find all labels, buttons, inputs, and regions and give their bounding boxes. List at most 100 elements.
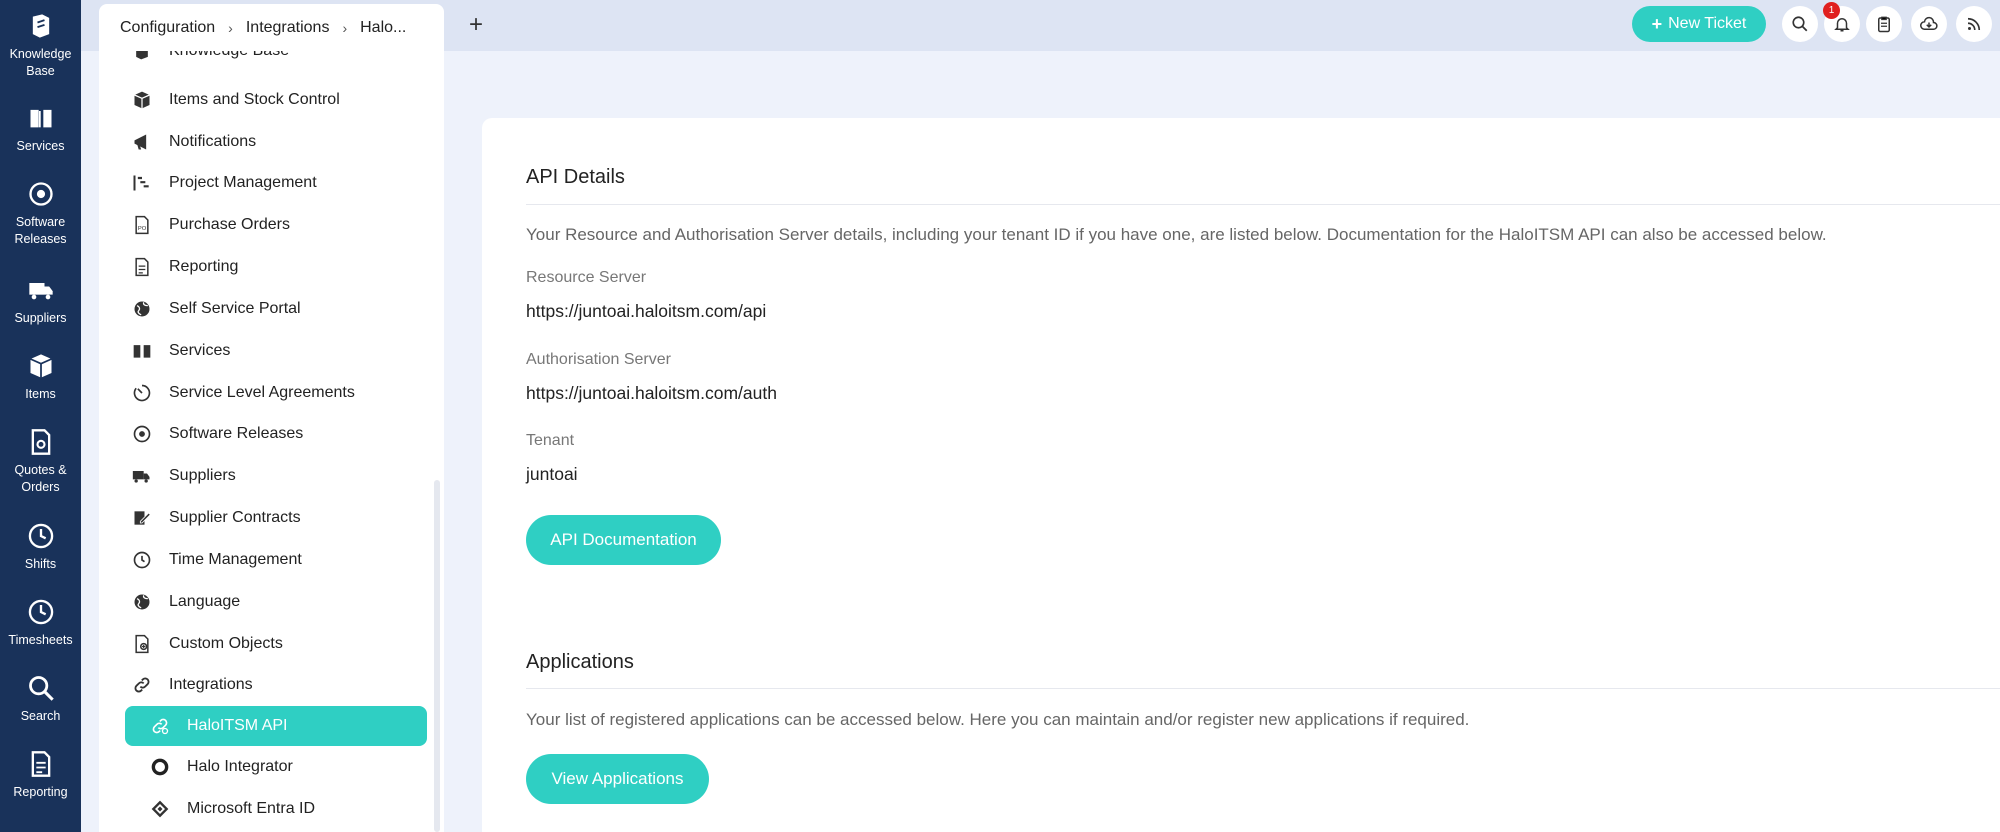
sidebar-item-software-releases[interactable]: Software Releases	[131, 416, 421, 452]
rail-quotes-orders[interactable]: Quotes & Orders	[0, 428, 81, 496]
disc-icon	[28, 182, 53, 206]
rail-label: Software Releases	[14, 215, 67, 246]
sidebar-item-label: Services	[169, 342, 231, 359]
notification-badge: 1	[1823, 2, 1840, 19]
sidebar-item-supplier-contracts[interactable]: Supplier Contracts	[131, 500, 421, 536]
box-icon	[131, 89, 153, 111]
rail-reporting[interactable]: Reporting	[0, 750, 81, 801]
feed-button[interactable]	[1956, 6, 1992, 42]
api-documentation-button[interactable]: API Documentation	[526, 515, 721, 565]
divider	[526, 688, 2000, 689]
sidebar-item-self-service-portal[interactable]: Self Service Portal	[131, 291, 421, 327]
new-ticket-button[interactable]: + New Ticket	[1632, 6, 1766, 42]
sidebar-item-services[interactable]: Services	[131, 333, 421, 369]
report-icon	[131, 256, 153, 278]
clock-icon	[28, 599, 53, 625]
sidebar-item-sla[interactable]: Service Level Agreements	[131, 375, 421, 411]
globe-icon	[131, 298, 153, 320]
rail-suppliers[interactable]: Suppliers	[0, 276, 81, 327]
sidebar-scrollbar[interactable]	[434, 480, 440, 832]
globe-icon	[131, 591, 153, 613]
sidebar-item-label: Self Service Portal	[169, 300, 301, 317]
knowledge-base-icon	[32, 14, 49, 38]
sidebar-item-suppliers[interactable]: Suppliers	[131, 458, 421, 494]
sidebar-item-language[interactable]: Language	[131, 584, 421, 620]
api-link-icon	[149, 715, 171, 737]
authorisation-server-label: Authorisation Server	[526, 351, 671, 368]
megaphone-icon	[131, 131, 153, 153]
app-rail: Knowledge Base Services Software Release…	[0, 0, 81, 832]
sidebar-item-custom-objects[interactable]: Custom Objects	[131, 626, 421, 662]
add-tab-button[interactable]: +	[461, 10, 491, 40]
ring-icon	[149, 756, 171, 778]
report-icon	[31, 751, 50, 777]
sidebar-item-halo-integrator[interactable]: Halo Integrator	[125, 749, 427, 785]
rail-label: Items	[25, 387, 56, 401]
main-panel: API Details Your Resource and Authorisat…	[482, 118, 2000, 832]
contract-edit-icon	[131, 507, 153, 529]
rail-label: Search	[20, 709, 61, 723]
rail-services[interactable]: Services	[0, 104, 81, 155]
divider	[526, 204, 2000, 205]
rail-timesheets[interactable]: Timesheets	[0, 598, 81, 649]
sidebar-item-label: Suppliers	[169, 467, 236, 484]
clipboard-icon	[1878, 16, 1890, 33]
applications-description: Your list of registered applications can…	[526, 710, 1470, 729]
sidebar-item-label: Custom Objects	[169, 635, 283, 652]
api-details-title: API Details	[526, 166, 625, 188]
rail-search[interactable]: Search	[0, 674, 81, 725]
applications-title: Applications	[526, 651, 634, 673]
clipboard-button[interactable]	[1866, 6, 1902, 42]
rail-label: Timesheets	[8, 633, 73, 647]
rail-software-releases[interactable]: Software Releases	[0, 180, 81, 248]
chevron-right-icon: ›	[342, 19, 348, 36]
sidebar-item-label: Software Releases	[169, 425, 304, 442]
search-button[interactable]	[1782, 6, 1818, 42]
gantt-icon	[131, 172, 153, 194]
breadcrumb-item[interactable]: Integrations	[246, 19, 330, 37]
rail-label: Shifts	[24, 557, 57, 571]
sidebar-item-project-management[interactable]: Project Management	[131, 165, 421, 201]
chevron-right-icon: ›	[228, 19, 233, 36]
sidebar-item-label: Notifications	[169, 133, 257, 150]
resource-server-value: https://juntoai.haloitsm.com/api	[526, 301, 767, 321]
sidebar-item-integrations[interactable]: Integrations	[131, 667, 421, 703]
sidebar-item-notifications[interactable]: Notifications	[131, 124, 421, 160]
rail-label: Reporting	[13, 785, 68, 799]
new-ticket-label: New Ticket	[1668, 15, 1747, 32]
entra-diamond-icon	[149, 798, 171, 820]
config-sidebar: Knowledge Base Items and Stock Control N…	[99, 51, 444, 832]
breadcrumb[interactable]: Configuration › Integrations › Halo...	[99, 4, 444, 51]
rail-label: Suppliers	[14, 311, 67, 325]
truck-icon	[28, 283, 53, 300]
quote-doc-icon	[31, 429, 50, 455]
sidebar-item-time-management[interactable]: Time Management	[131, 542, 421, 578]
api-details-description: Your Resource and Authorisation Server d…	[526, 225, 1827, 244]
rail-shifts[interactable]: Shifts	[0, 522, 81, 573]
tenant-value: juntoai	[526, 464, 578, 484]
rail-knowledge-base[interactable]: Knowledge Base	[0, 12, 81, 80]
sidebar-item-knowledge-base[interactable]: Knowledge Base	[131, 51, 421, 69]
sidebar-item-reporting[interactable]: Reporting	[131, 249, 421, 285]
sidebar-item-haloitsm-api[interactable]: HaloITSM API	[125, 706, 427, 746]
download-button[interactable]	[1911, 6, 1947, 42]
resource-server-label: Resource Server	[526, 269, 647, 286]
sidebar-item-label: Project Management	[169, 174, 317, 191]
plus-icon: +	[1651, 13, 1663, 34]
po-document-icon: PO	[131, 214, 153, 236]
breadcrumb-item[interactable]: Halo...	[360, 19, 406, 37]
sidebar-item-purchase-orders[interactable]: PO Purchase Orders	[131, 207, 421, 243]
clock-icon	[28, 523, 53, 549]
sidebar-item-label: Time Management	[169, 551, 302, 568]
authorisation-server-value: https://juntoai.haloitsm.com/auth	[526, 383, 777, 403]
box-icon	[29, 354, 52, 378]
rail-items[interactable]: Items	[0, 352, 81, 403]
breadcrumb-item[interactable]: Configuration	[120, 19, 215, 37]
custom-object-icon	[131, 633, 153, 655]
sidebar-item-items-stock[interactable]: Items and Stock Control	[131, 82, 421, 118]
search-icon	[1792, 16, 1808, 32]
view-applications-button[interactable]: View Applications	[526, 754, 709, 804]
tenant-label: Tenant	[526, 432, 575, 449]
clock-icon	[131, 549, 153, 571]
sidebar-item-microsoft-entra-id[interactable]: Microsoft Entra ID	[125, 791, 427, 827]
